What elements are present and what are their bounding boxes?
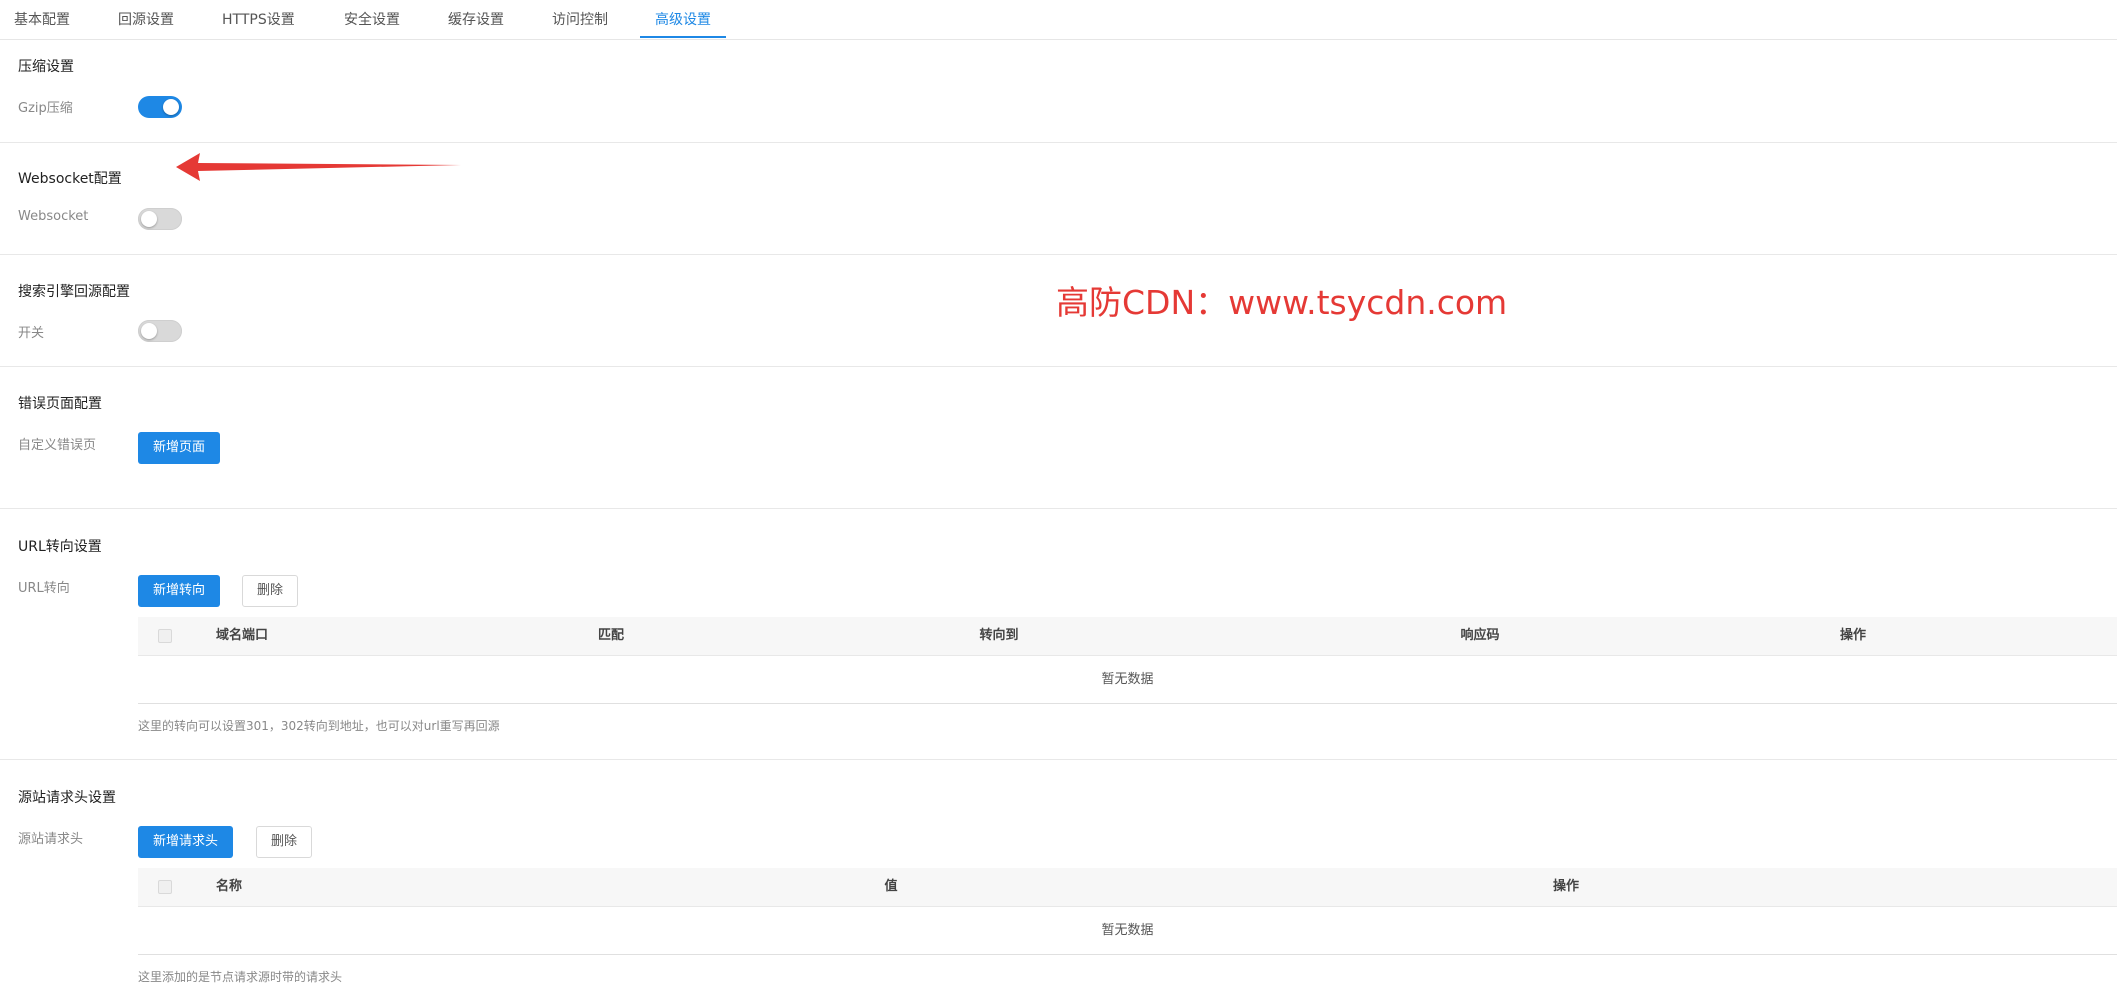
section-title-websocket: Websocket配置: [18, 171, 122, 187]
websocket-label: Websocket: [18, 209, 89, 224]
section-title-url-redirect: URL转向设置: [18, 539, 102, 555]
divider: [0, 366, 2117, 367]
add-redirect-button[interactable]: 新增转向: [138, 575, 221, 607]
watermark-text: 高防CDN：www.tsycdn.com: [1056, 283, 1508, 322]
annotation-arrow-icon: [176, 153, 461, 181]
section-title-compression: 压缩设置: [18, 59, 74, 75]
headers-table-header: 名称 值 操作: [138, 868, 2117, 907]
delete-redirect-button[interactable]: 删除: [242, 575, 299, 607]
divider: [0, 142, 2117, 143]
gzip-toggle[interactable]: [138, 96, 182, 118]
add-header-button[interactable]: 新增请求头: [138, 826, 234, 858]
column-header: 响应码: [1460, 628, 1500, 643]
column-header: 值: [884, 879, 898, 894]
select-all-checkbox[interactable]: [158, 629, 172, 643]
tab-cache-settings[interactable]: 缓存设置: [448, 0, 504, 38]
tab-bar: 基本配置 回源设置 HTTPS设置 安全设置 缓存设置 访问控制 高级设置: [0, 0, 2117, 40]
custom-error-page-label: 自定义错误页: [18, 438, 97, 453]
websocket-toggle[interactable]: [138, 208, 182, 230]
tab-security-settings[interactable]: 安全设置: [344, 0, 400, 38]
column-header: 转向到: [979, 628, 1019, 643]
divider: [0, 508, 2117, 509]
redirect-table-empty: 暂无数据: [138, 656, 2117, 704]
select-all-checkbox[interactable]: [158, 880, 172, 894]
url-redirect-label: URL转向: [18, 581, 70, 596]
toggle-knob: [163, 99, 179, 115]
gzip-label: Gzip压缩: [18, 101, 73, 116]
redirect-hint: 这里的转向可以设置301，302转向到地址，也可以对url重写再回源: [138, 719, 500, 733]
tab-advanced-settings[interactable]: 高级设置: [640, 0, 726, 38]
headers-table-empty: 暂无数据: [138, 907, 2117, 955]
column-header: 域名端口: [216, 628, 269, 643]
search-engine-toggle[interactable]: [138, 320, 182, 342]
tab-origin-settings[interactable]: 回源设置: [118, 0, 174, 38]
column-header: 操作: [1552, 879, 1580, 894]
toggle-knob: [141, 211, 157, 227]
delete-header-button[interactable]: 删除: [256, 826, 313, 858]
section-title-search-engine: 搜索引擎回源配置: [18, 284, 130, 300]
tab-access-control[interactable]: 访问控制: [552, 0, 608, 38]
column-header: 名称: [216, 879, 243, 894]
section-title-error-page: 错误页面配置: [18, 396, 102, 412]
divider: [0, 254, 2117, 255]
section-title-origin-headers: 源站请求头设置: [18, 790, 116, 806]
column-header: 匹配: [597, 628, 625, 643]
toggle-knob: [141, 323, 157, 339]
origin-headers-label: 源站请求头: [18, 832, 84, 847]
search-engine-label: 开关: [18, 326, 45, 341]
tab-https-settings[interactable]: HTTPS设置: [222, 0, 295, 38]
headers-hint: 这里添加的是节点请求源时带的请求头: [138, 970, 343, 984]
redirect-table-header: 域名端口 匹配 转向到 响应码 操作: [138, 617, 2117, 656]
tab-basic-config[interactable]: 基本配置: [14, 0, 70, 38]
column-header: 操作: [1839, 628, 1867, 643]
add-error-page-button[interactable]: 新增页面: [138, 432, 221, 464]
divider: [0, 759, 2117, 760]
